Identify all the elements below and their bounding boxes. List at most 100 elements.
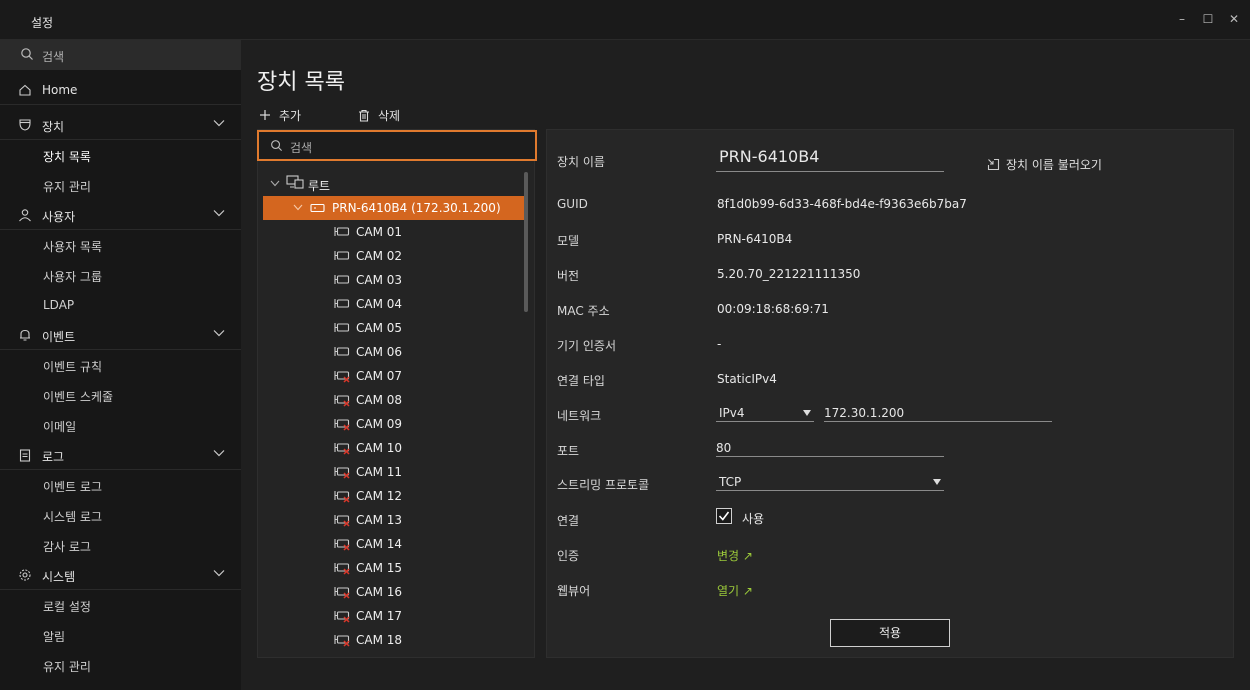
monitor-icon [286, 175, 304, 189]
camera-row[interactable]: CAM 10 [258, 436, 523, 460]
streaming-protocol-value: TCP [719, 475, 742, 489]
sidebar-item-label: 시스템 로그 [43, 510, 103, 524]
network-label: 네트워크 [557, 409, 602, 423]
camera-row[interactable]: CAM 11 [258, 460, 523, 484]
sidebar-item-system-log[interactable]: 시스템 로그 [0, 500, 241, 530]
sidebar-item-event-log[interactable]: 이벤트 로그 [0, 470, 241, 500]
tree-root-label: 루트 [308, 179, 331, 193]
add-button[interactable]: 추가 [259, 106, 301, 124]
camera-row[interactable]: CAM 06 [258, 340, 523, 364]
network-protocol-select[interactable]: IPv4 [716, 404, 814, 422]
camera-label: CAM 05 [356, 321, 403, 335]
network-ip-field[interactable]: 172.30.1.200 [824, 404, 1052, 422]
auth-change-link[interactable]: 변경 ↗ [717, 547, 753, 564]
chevron-down-icon [213, 570, 225, 577]
port-field[interactable]: 80 [716, 439, 944, 457]
port-label: 포트 [557, 444, 580, 458]
chevron-down-icon [213, 450, 225, 457]
camera-row[interactable]: CAM 02 [258, 244, 523, 268]
minimize-icon[interactable]: – [1176, 12, 1188, 26]
camera-label: CAM 01 [356, 225, 403, 239]
camera-icon [334, 227, 350, 236]
tree-device-row[interactable]: PRN-6410B4 (172.30.1.200) [263, 196, 524, 220]
add-button-label: 추가 [279, 108, 302, 123]
sidebar-search-input[interactable]: 검색 [0, 40, 241, 70]
camera-row[interactable]: CAM 15 [258, 556, 523, 580]
sidebar-item-user-list[interactable]: 사용자 목록 [0, 230, 241, 260]
connect-checkbox[interactable] [716, 508, 732, 524]
camera-row[interactable]: CAM 12 [258, 484, 523, 508]
camera-row[interactable]: CAM 16 [258, 580, 523, 604]
tree-scrollbar[interactable] [524, 172, 528, 312]
version-value: 5.20.70_221221111350 [717, 267, 861, 281]
window-controls: – ☐ ✕ [1176, 12, 1240, 26]
sidebar-item-device-maintenance[interactable]: 유지 관리 [0, 170, 241, 200]
camera-row[interactable]: CAM 17 [258, 604, 523, 628]
network-ip-value: 172.30.1.200 [824, 406, 905, 420]
search-icon [271, 140, 283, 152]
sidebar-item-label: 이메일 [43, 420, 77, 434]
sidebar-item-local-settings[interactable]: 로컬 설정 [0, 590, 241, 620]
camera-label: CAM 15 [356, 561, 403, 575]
camera-disconnected-icon [334, 395, 350, 407]
camera-row[interactable]: CAM 13 [258, 508, 523, 532]
load-name-button[interactable]: 장치 이름 불러오기 [987, 156, 1102, 173]
sidebar-group-user[interactable]: 사용자 [0, 200, 241, 230]
device-icon [19, 119, 31, 131]
camera-row[interactable]: CAM 01 [258, 220, 523, 244]
sidebar-item-system-maintenance[interactable]: 유지 관리 [0, 650, 241, 680]
camera-row[interactable]: CAM 07 [258, 364, 523, 388]
sidebar-item-home[interactable]: Home [0, 75, 241, 105]
sidebar-item-email[interactable]: 이메일 [0, 410, 241, 440]
delete-button-label: 삭제 [378, 108, 401, 123]
camera-row[interactable]: CAM 08 [258, 388, 523, 412]
sidebar-item-label: 알림 [43, 630, 66, 644]
recorder-icon [310, 203, 325, 213]
camera-label: CAM 16 [356, 585, 403, 599]
maximize-icon[interactable]: ☐ [1202, 12, 1214, 26]
camera-icon [334, 347, 350, 356]
device-tree-panel: 검색 루트 PRN-6410B4 (172.30.1.200) CAM 01 CA… [257, 129, 537, 658]
guid-value: 8f1d0b99-6d33-468f-bd4e-f9363e6b7ba7 [717, 197, 967, 211]
sidebar-item-ldap[interactable]: LDAP [0, 290, 241, 320]
sidebar-item-label: 로컬 설정 [43, 600, 91, 614]
sidebar-item-notifications[interactable]: 알림 [0, 620, 241, 650]
camera-row[interactable]: CAM 03 [258, 268, 523, 292]
sidebar-item-event-rules[interactable]: 이벤트 규칙 [0, 350, 241, 380]
camera-label: CAM 14 [356, 537, 403, 551]
sidebar-item-label: 이벤트 규칙 [43, 360, 103, 374]
webviewer-open-link[interactable]: 열기 ↗ [717, 582, 753, 599]
conn-type-label: 연결 타입 [557, 374, 605, 388]
sidebar-item-device-list[interactable]: 장치 목록 [0, 140, 241, 170]
sidebar-group-event[interactable]: 이벤트 [0, 320, 241, 350]
tree-search-input[interactable]: 검색 [257, 130, 537, 161]
device-name-field[interactable]: PRN-6410B4 [719, 147, 819, 166]
page-title: 장치 목록 [257, 70, 345, 95]
camera-row[interactable]: CAM 04 [258, 292, 523, 316]
camera-disconnected-icon [334, 515, 350, 527]
sidebar-item-label: 이벤트 로그 [43, 480, 103, 494]
sidebar-group-log[interactable]: 로그 [0, 440, 241, 470]
import-icon [987, 158, 1000, 171]
sidebar-item-label: 장치 목록 [43, 150, 91, 164]
apply-button[interactable]: 적용 [830, 619, 950, 647]
streaming-protocol-select[interactable]: TCP [716, 473, 944, 491]
delete-button[interactable]: 삭제 [358, 106, 400, 124]
sidebar-item-event-schedule[interactable]: 이벤트 스케줄 [0, 380, 241, 410]
home-icon [19, 84, 31, 96]
sidebar-item-user-group[interactable]: 사용자 그룹 [0, 260, 241, 290]
close-icon[interactable]: ✕ [1228, 12, 1240, 26]
camera-row[interactable]: CAM 14 [258, 532, 523, 556]
tree-device-label: PRN-6410B4 (172.30.1.200) [332, 201, 501, 215]
sidebar-item-audit-log[interactable]: 감사 로그 [0, 530, 241, 560]
camera-row[interactable]: CAM 05 [258, 316, 523, 340]
sidebar-group-device[interactable]: 장치 [0, 110, 241, 140]
camera-label: CAM 18 [356, 633, 403, 647]
tree-root[interactable]: 루트 [258, 172, 523, 196]
network-protocol-value: IPv4 [719, 406, 745, 420]
sidebar-group-system[interactable]: 시스템 [0, 560, 241, 590]
clipboard-icon [19, 449, 31, 462]
cert-label: 기기 인증서 [557, 339, 617, 353]
camera-row[interactable]: CAM 09 [258, 412, 523, 436]
camera-row[interactable]: CAM 18 [258, 628, 523, 652]
